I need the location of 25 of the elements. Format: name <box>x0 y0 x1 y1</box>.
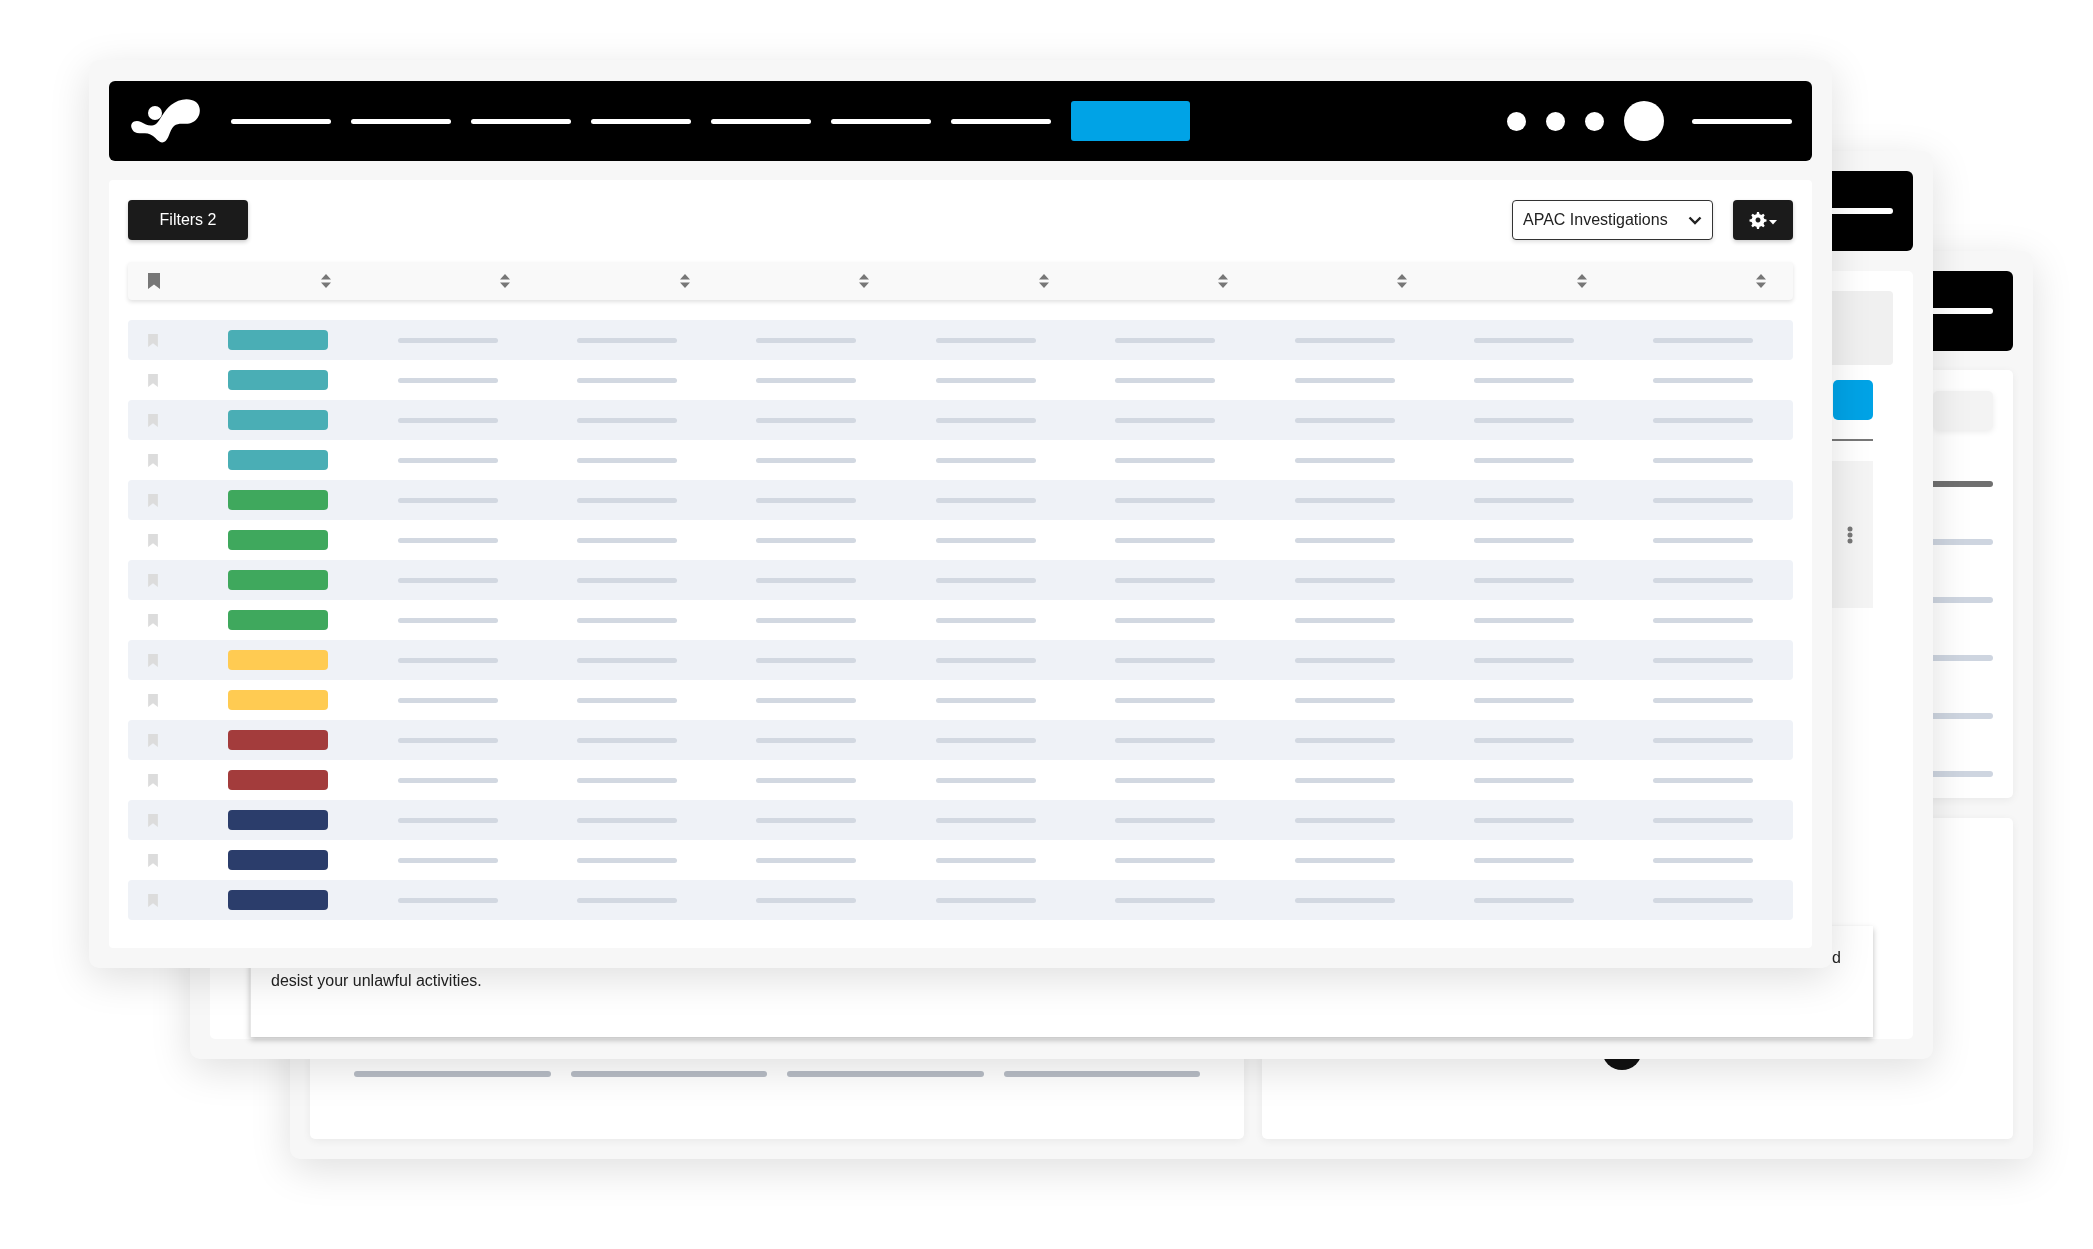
sort-icon[interactable] <box>1397 274 1408 288</box>
sort-icon[interactable] <box>679 274 690 288</box>
chevron-down-icon <box>1688 215 1702 225</box>
avatar[interactable] <box>1624 101 1664 141</box>
dot-icon[interactable] <box>1585 111 1604 131</box>
letter-text: desist your unlawful activities. <box>271 971 482 991</box>
sort-icon[interactable] <box>1217 274 1228 288</box>
nav-button[interactable] <box>1071 101 1190 141</box>
sort-icon[interactable] <box>859 274 870 288</box>
search-field[interactable] <box>1933 391 1993 431</box>
sort-icon[interactable] <box>321 274 331 288</box>
sort-icon[interactable] <box>1576 274 1587 288</box>
bookmark-icon[interactable] <box>148 273 160 289</box>
dot-icon[interactable] <box>1507 111 1526 131</box>
view-select[interactable]: APAC Investigations <box>1512 200 1713 240</box>
letter-text: d <box>1832 948 1841 968</box>
dot-icon[interactable] <box>1546 111 1565 131</box>
settings-icon <box>1749 211 1777 229</box>
sort-icon[interactable] <box>1756 274 1766 288</box>
filters-button[interactable]: Filters 2 <box>128 200 248 240</box>
sort-icon[interactable] <box>500 274 511 288</box>
settings-button[interactable] <box>1733 200 1793 240</box>
kebab-menu-icon[interactable] <box>1847 525 1853 544</box>
sort-icon[interactable] <box>1038 274 1049 288</box>
action-button[interactable] <box>1833 380 1873 420</box>
